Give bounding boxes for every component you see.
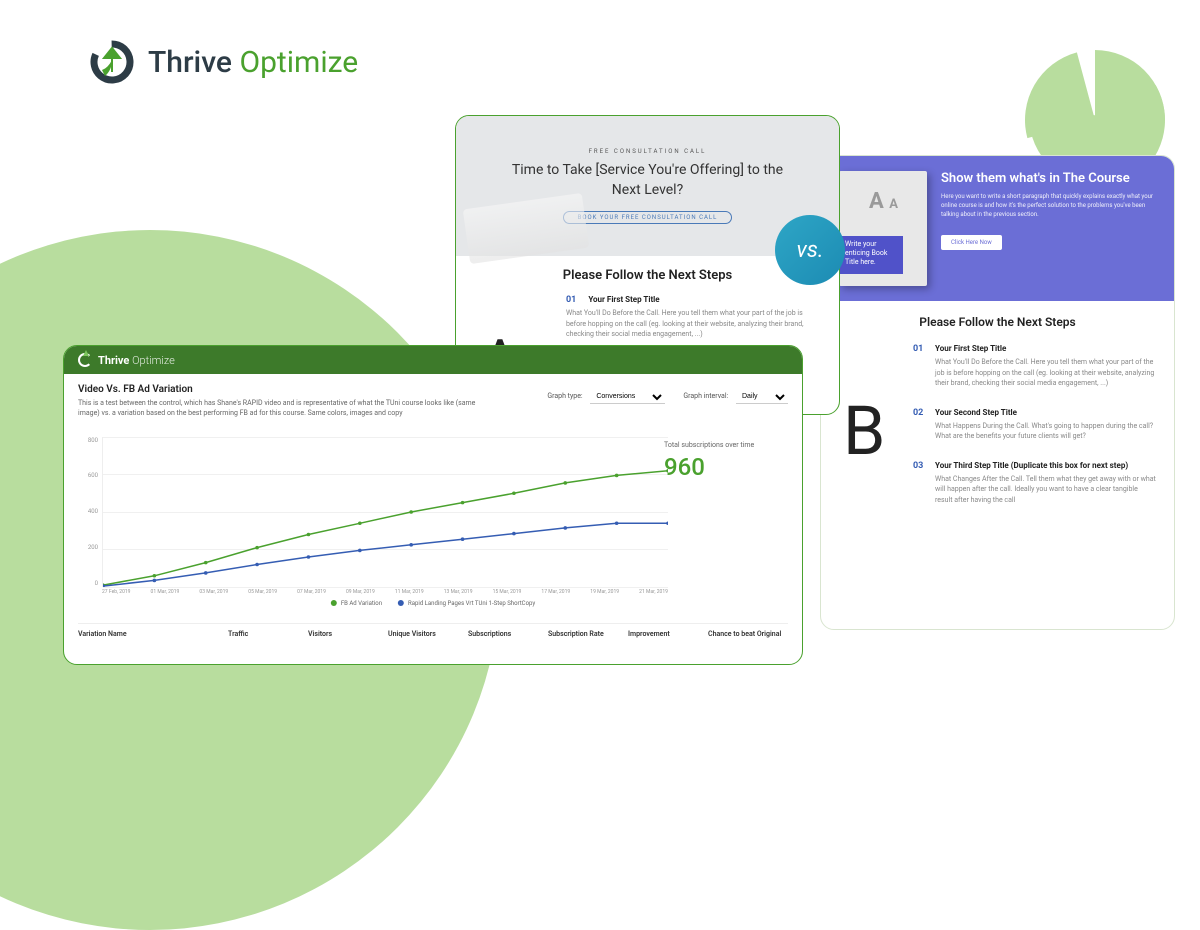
step-item: 02Your Second Step TitleWhat Happens Dur… [913, 407, 1156, 442]
hero-b-body: Here you want to write a short paragraph… [941, 192, 1156, 219]
hero-b-cta-button[interactable]: Click Here Now [941, 235, 1002, 250]
table-column-header: Subscription Rate [548, 630, 628, 638]
legend-item: FB Ad Variation [331, 600, 382, 607]
hero-cta-button[interactable]: BOOK YOUR FREE CONSULTATION CALL [563, 211, 733, 224]
brand-logo: Thrive Optimize [90, 40, 358, 84]
dashboard-card: Thrive Optimize Video Vs. FB Ad Variatio… [63, 345, 803, 665]
table-column-header: Unique Visitors [388, 630, 468, 638]
graph-type-control: Graph type: Conversions [547, 390, 665, 404]
graph-type-select[interactable]: Conversions [590, 390, 665, 404]
dashboard-header: Thrive Optimize [64, 346, 802, 374]
table-column-header: Traffic [228, 630, 308, 638]
table-column-header: Visitors [308, 630, 388, 638]
variation-b-card: A A Write your enticing Book Title here.… [820, 155, 1175, 630]
table-column-header: Variation Name [78, 630, 228, 638]
variation-b-hero: A A Write your enticing Book Title here.… [821, 156, 1174, 301]
total-label: Total subscriptions over time [664, 441, 774, 449]
graph-interval-control: Graph interval: Daily [683, 390, 788, 404]
dashboard-chart: 8006004002000 Total subscriptions over t… [78, 437, 788, 587]
results-table-header: Variation NameTrafficVisitorsUnique Visi… [78, 623, 788, 644]
brand-logo-mark [90, 40, 134, 84]
step-item: 01Your First Step TitleWhat You'll Do Be… [913, 343, 1156, 389]
hero-headline: Time to Take [Service You're Offering] t… [508, 161, 788, 200]
graph-interval-select[interactable]: Daily [736, 390, 788, 404]
book-graphic: A A Write your enticing Book Title here. [839, 171, 927, 286]
dashboard-logo: Thrive Optimize [78, 353, 175, 367]
table-column-header: Improvement [628, 630, 708, 638]
variation-letter-b: B [843, 391, 885, 471]
total-value: 960 [664, 453, 774, 481]
legend-item: Rapid Landing Pages Vrt TUni 1-Step Shor… [398, 600, 535, 607]
table-column-header: Subscriptions [468, 630, 548, 638]
brand-logo-text: Thrive Optimize [148, 45, 358, 80]
hero-b-title: Show them what's in The Course [941, 171, 1156, 186]
table-column-header: Chance to beat Original [708, 630, 788, 638]
dashboard-test-description: This is a test between the control, whic… [78, 399, 478, 419]
step-item: 01 Your First Step Title What You'll Do … [566, 295, 819, 340]
steps-title: Please Follow the Next Steps [821, 315, 1174, 329]
vs-badge: vs. [775, 215, 845, 285]
step-item: 03Your Third Step Title (Duplicate this … [913, 460, 1156, 506]
hero-eyebrow: FREE CONSULTATION CALL [589, 148, 707, 155]
